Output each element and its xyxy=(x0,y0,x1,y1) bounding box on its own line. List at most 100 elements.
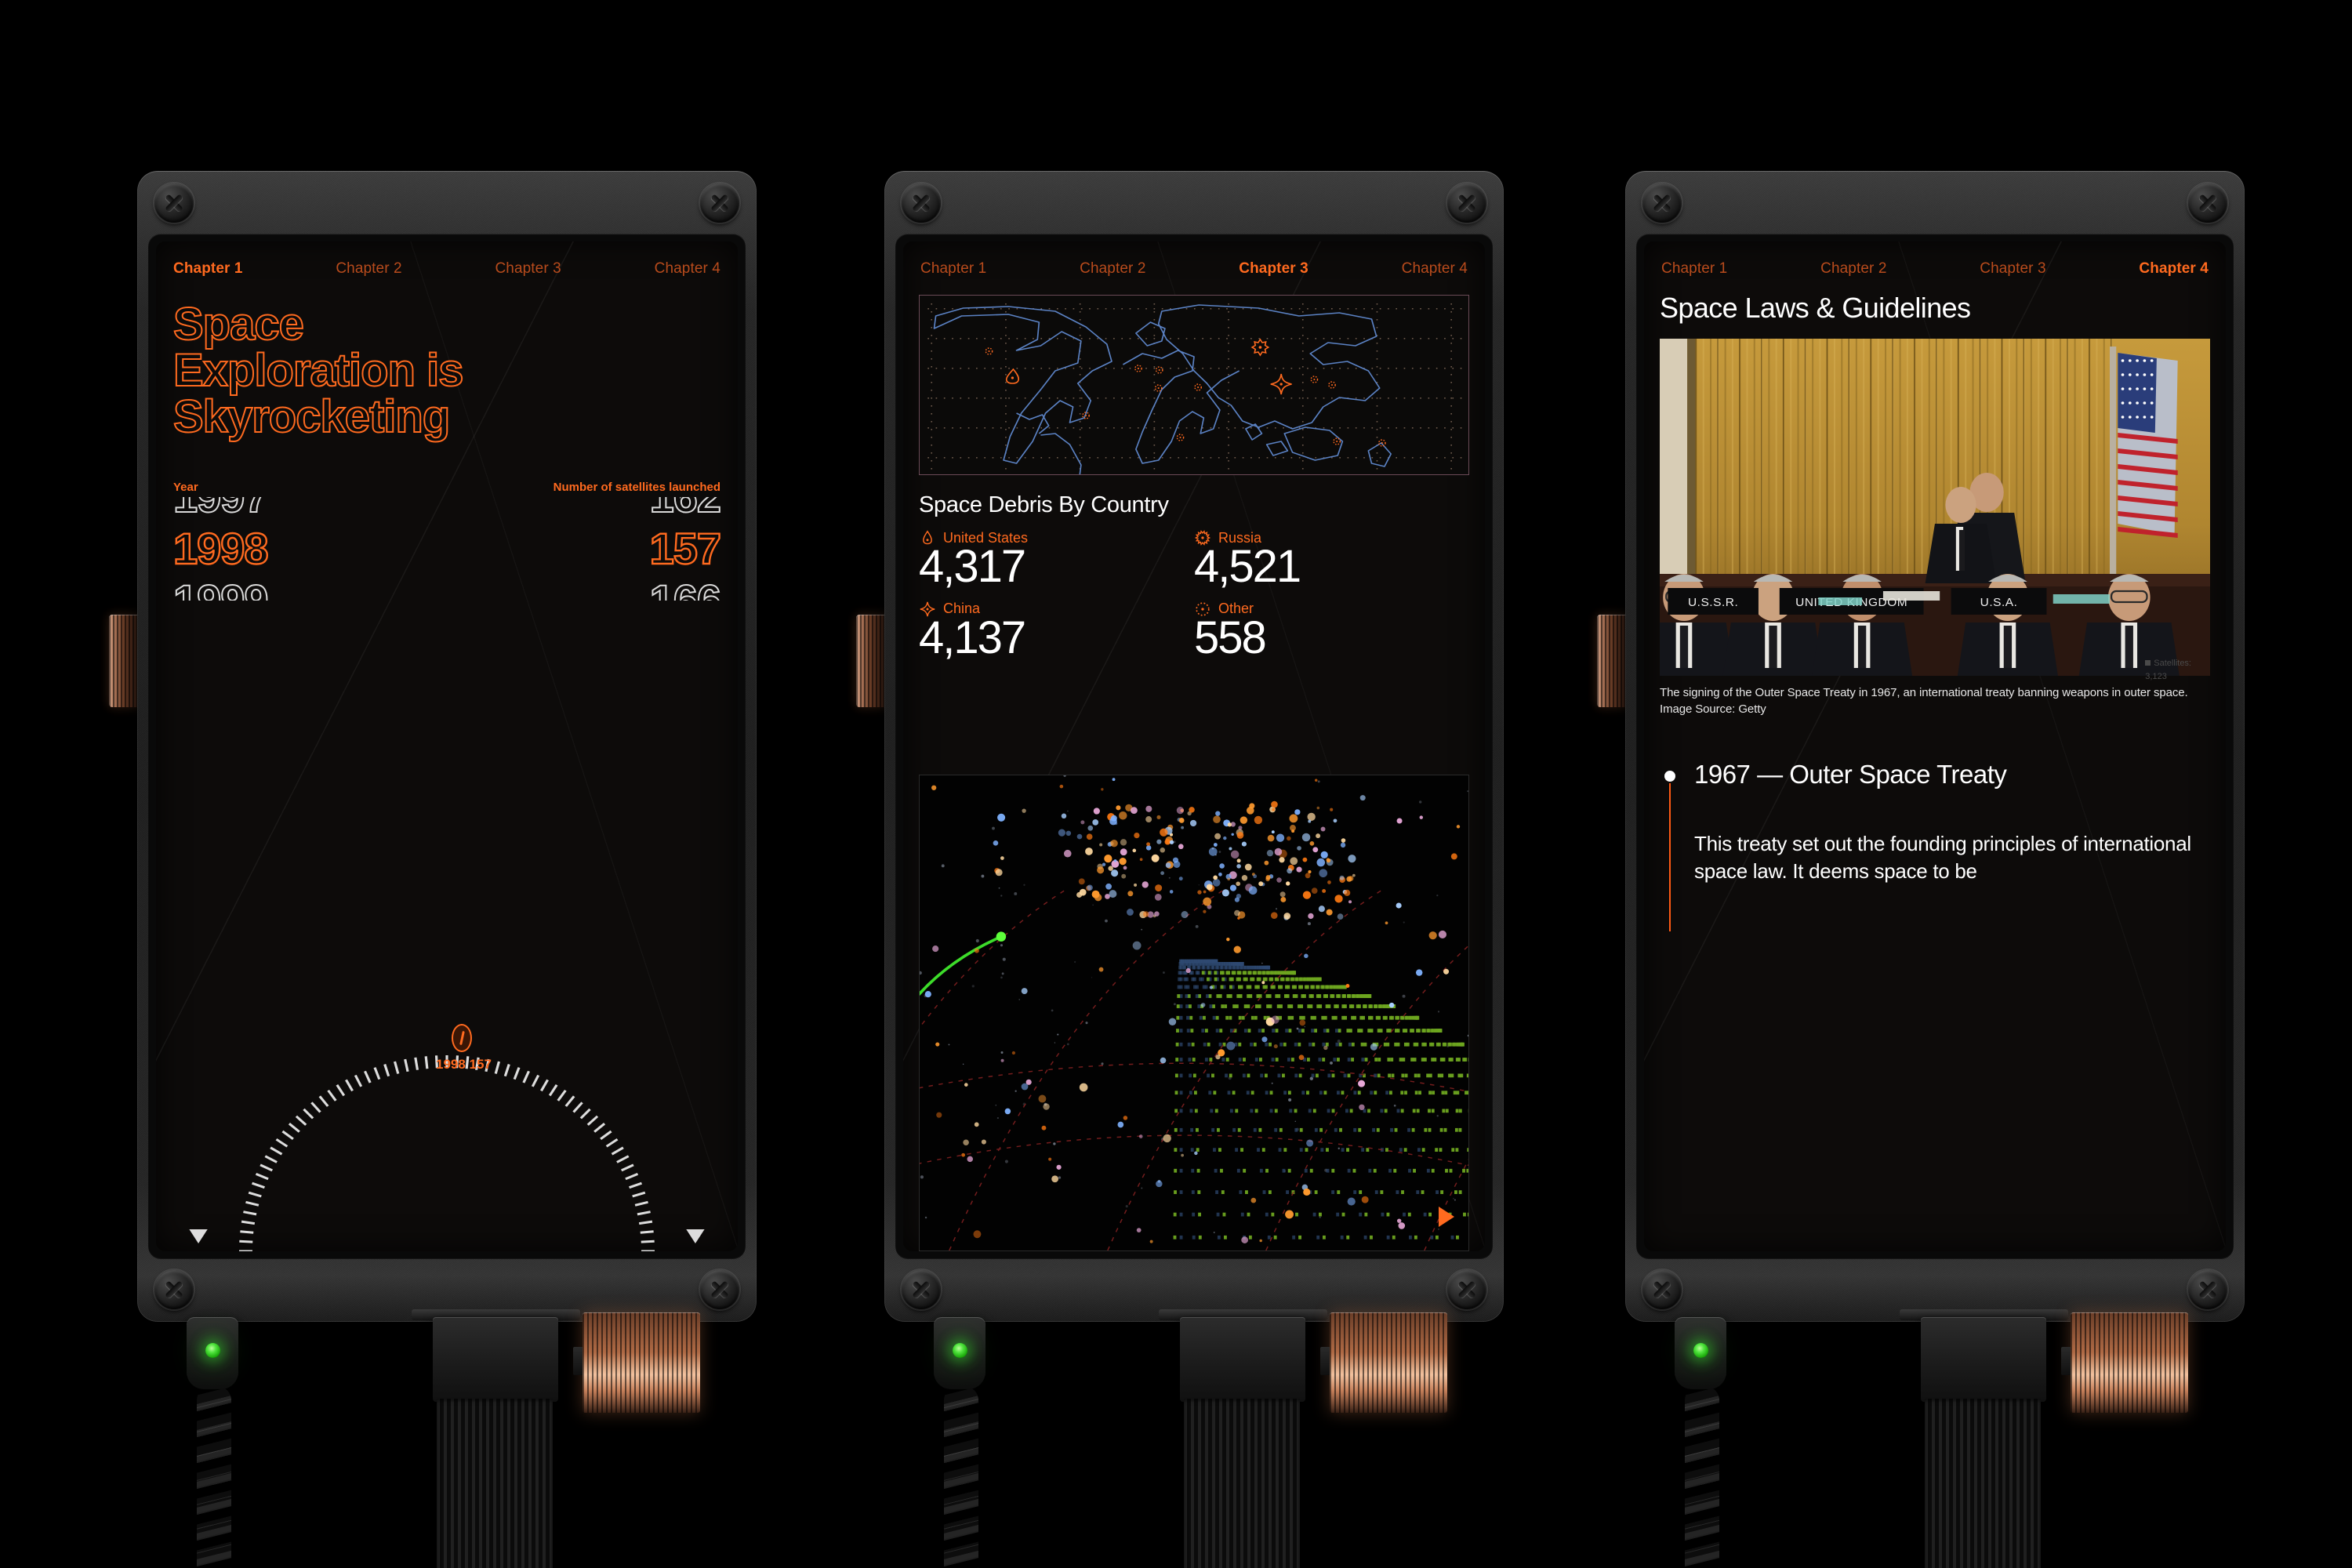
coiled-cable xyxy=(197,1386,231,1568)
tab-chapter-1[interactable]: Chapter 1 xyxy=(173,260,243,278)
satellites-watermark: Satellites: 3,123 xyxy=(2145,657,2191,683)
screen-3: Chapter 1 Chapter 2 Chapter 3 Chapter 4 … xyxy=(1644,241,2226,1251)
table-row[interactable]: 1997 162 xyxy=(173,497,720,522)
photo-caption: The signing of the Outer Space Treaty in… xyxy=(1660,685,2210,717)
stat-card-other[interactable]: Other 558 xyxy=(1194,601,1469,662)
status-led-icon xyxy=(205,1343,220,1358)
treaty-signing-photo: U.S.S.R. UNITED KINGDOM U.S.A. xyxy=(1660,339,2210,676)
ribbon-connector-head xyxy=(1180,1317,1305,1402)
timeline-line xyxy=(1669,783,1671,931)
table-row[interactable]: 1999 166 xyxy=(173,574,720,601)
column-header-count: Number of satellites launched xyxy=(554,481,720,494)
hero-line-1: Space xyxy=(173,301,720,347)
tab-chapter-1[interactable]: Chapter 1 xyxy=(1661,260,1727,278)
tab-chapter-4[interactable]: Chapter 4 xyxy=(2139,260,2209,278)
stat-card-united-states[interactable]: United States 4,317 xyxy=(919,529,1194,591)
copper-connector-bottom xyxy=(2071,1312,2188,1413)
power-plug xyxy=(1675,1317,1726,1389)
timeline-dot-icon xyxy=(1664,771,1675,782)
hero-line-2: Exploration is xyxy=(173,347,720,394)
power-plug xyxy=(934,1317,985,1389)
side-copper-connector xyxy=(1597,615,1628,707)
ribbon-cable xyxy=(1184,1399,1300,1568)
timeline-body: This treaty set out the founding princip… xyxy=(1694,830,2210,884)
power-plug xyxy=(187,1317,238,1389)
watermark-square-icon xyxy=(2145,660,2151,666)
page-title: Space Laws & Guidelines xyxy=(1660,292,2210,325)
debris-globe-visualization[interactable] xyxy=(919,775,1469,1251)
device-body: Chapter 1 Chapter 2 Chapter 3 Chapter 4 … xyxy=(1625,171,2245,1322)
ribbon-cable xyxy=(437,1399,553,1568)
chapter-nav-3: Chapter 1 Chapter 2 Chapter 3 Chapter 4 xyxy=(1644,241,2226,278)
screw-top-right-icon xyxy=(2188,183,2227,223)
satellite-gauge[interactable]: 1998 157 xyxy=(156,1016,738,1251)
gauge-label: 1998 157 xyxy=(436,1057,492,1073)
device-body: Chapter 1 Chapter 2 Chapter 3 Chapter 4 … xyxy=(137,171,757,1322)
tab-chapter-3[interactable]: Chapter 3 xyxy=(495,260,561,278)
device-panel-1: Chapter 1 Chapter 2 Chapter 3 Chapter 4 … xyxy=(137,171,757,1322)
tab-chapter-3[interactable]: Chapter 3 xyxy=(1980,260,2045,278)
copper-connector-bottom xyxy=(1330,1312,1447,1413)
section-title: Space Debris By Country xyxy=(919,492,1469,518)
stat-value: 4,521 xyxy=(1194,543,1469,591)
svg-text:U.S.A.: U.S.A. xyxy=(1980,596,2018,609)
chapter-nav-1: Chapter 1 Chapter 2 Chapter 3 Chapter 4 xyxy=(156,241,738,278)
watermark-value: 3,123 xyxy=(2145,672,2167,681)
ribbon-cable xyxy=(1925,1399,2041,1568)
screw-top-left-icon xyxy=(1642,183,1682,223)
tab-chapter-2[interactable]: Chapter 2 xyxy=(1080,260,1145,278)
side-copper-connector xyxy=(109,615,140,707)
timeline-entry: 1967 — Outer Space Treaty This treaty se… xyxy=(1660,760,2210,884)
screw-top-left-icon xyxy=(902,183,941,223)
status-led-icon xyxy=(953,1343,967,1358)
screen-1: Chapter 1 Chapter 2 Chapter 3 Chapter 4 … xyxy=(156,241,738,1251)
screenshot-root: Chapter 1 Chapter 2 Chapter 3 Chapter 4 … xyxy=(0,0,2352,1568)
tab-chapter-4[interactable]: Chapter 4 xyxy=(1402,260,1468,278)
status-led-icon xyxy=(1693,1343,1708,1358)
side-copper-connector xyxy=(856,615,887,707)
cell-count: 157 xyxy=(650,523,720,574)
gauge-marker-icon xyxy=(452,1024,472,1052)
play-triangle-icon[interactable] xyxy=(1439,1207,1454,1227)
column-header-year: Year xyxy=(173,481,198,494)
screw-bottom-left-icon xyxy=(902,1270,941,1309)
ribbon-connector-head xyxy=(433,1317,558,1402)
screw-bottom-right-icon xyxy=(700,1270,739,1309)
svg-text:U.S.S.R.: U.S.S.R. xyxy=(1688,596,1738,609)
stat-value: 558 xyxy=(1194,615,1469,662)
tab-chapter-1[interactable]: Chapter 1 xyxy=(920,260,986,278)
screw-top-left-icon xyxy=(154,183,194,223)
screen-2: Chapter 1 Chapter 2 Chapter 3 Chapter 4 xyxy=(903,241,1485,1251)
table-row[interactable]: 1998 157 xyxy=(173,522,720,574)
cell-count: 162 xyxy=(650,497,720,522)
screw-bottom-right-icon xyxy=(1447,1270,1486,1309)
tab-chapter-4[interactable]: Chapter 4 xyxy=(655,260,720,278)
watermark-label: Satellites: xyxy=(2154,659,2191,668)
ribbon-connector-head xyxy=(1921,1317,2046,1402)
cell-year: 1998 xyxy=(173,523,268,574)
year-ticker[interactable]: 1997 162 1998 157 1999 166 xyxy=(173,497,720,601)
cell-year: 1999 xyxy=(173,575,268,601)
device-panel-2: Chapter 1 Chapter 2 Chapter 3 Chapter 4 xyxy=(884,171,1504,1322)
world-map[interactable] xyxy=(919,295,1469,475)
tab-chapter-3[interactable]: Chapter 3 xyxy=(1239,260,1308,278)
stat-value: 4,317 xyxy=(919,543,1194,591)
chapter-nav-2: Chapter 1 Chapter 2 Chapter 3 Chapter 4 xyxy=(903,241,1485,278)
stat-card-russia[interactable]: Russia 4,521 xyxy=(1194,529,1469,591)
device-panel-3: Chapter 1 Chapter 2 Chapter 3 Chapter 4 … xyxy=(1625,171,2245,1322)
copper-connector-bottom xyxy=(583,1312,700,1413)
cell-count: 166 xyxy=(650,575,720,601)
stat-card-china[interactable]: China 4,137 xyxy=(919,601,1194,662)
stat-value: 4,137 xyxy=(919,615,1194,662)
timeline-heading: 1967 — Outer Space Treaty xyxy=(1694,760,2210,789)
table-header: Year Number of satellites launched xyxy=(173,481,720,494)
coiled-cable xyxy=(1685,1386,1719,1568)
tab-chapter-2[interactable]: Chapter 2 xyxy=(336,260,401,278)
screw-top-right-icon xyxy=(1447,183,1486,223)
hero-line-3: Skyrocketing xyxy=(173,394,720,440)
screw-bottom-left-icon xyxy=(154,1270,194,1309)
coiled-cable xyxy=(944,1386,978,1568)
screw-top-right-icon xyxy=(700,183,739,223)
tab-chapter-2[interactable]: Chapter 2 xyxy=(1820,260,1886,278)
screw-bottom-right-icon xyxy=(2188,1270,2227,1309)
